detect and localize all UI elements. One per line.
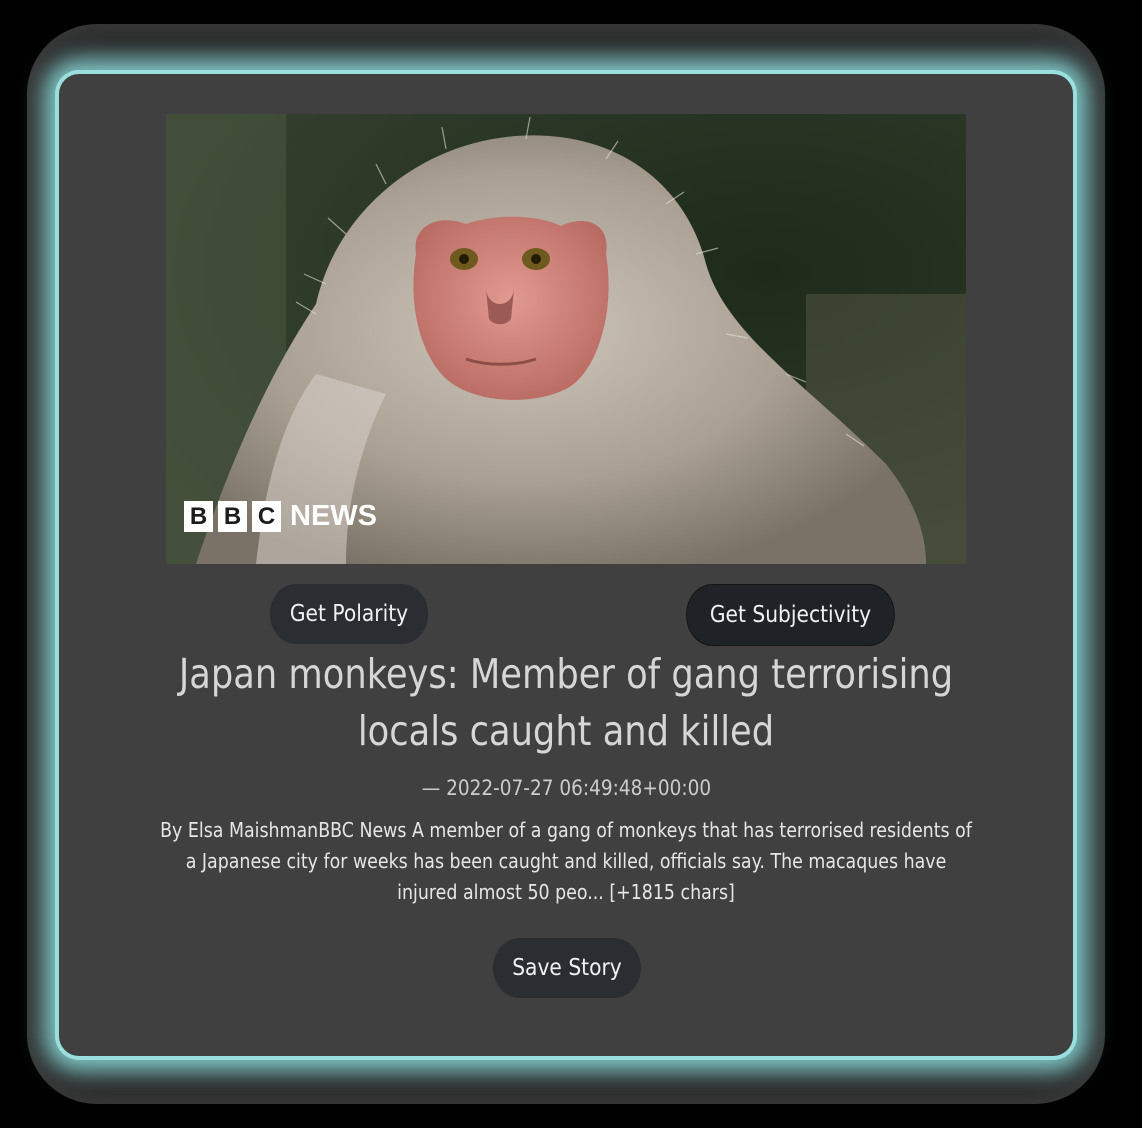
get-subjectivity-button[interactable]: Get Subjectivity <box>686 584 895 646</box>
article-timestamp: — 2022-07-27 06:49:48+00:00 <box>59 774 1073 802</box>
news-card: B B C NEWS Get Polarity Get Subjectivity… <box>59 74 1073 1056</box>
save-story-button[interactable]: Save Story <box>493 938 641 998</box>
logo-word: NEWS <box>290 500 377 532</box>
headline-text: Japan monkeys: Member of gang terrorisin… <box>178 650 954 755</box>
timestamp-text: — 2022-07-27 06:49:48+00:00 <box>421 776 711 800</box>
get-polarity-button[interactable]: Get Polarity <box>269 584 429 644</box>
article-description: By Elsa MaishmanBBC News A member of a g… <box>99 815 1033 908</box>
logo-letter: B <box>184 501 213 532</box>
article-image: B B C NEWS <box>166 114 966 564</box>
logo-letter: B <box>218 501 247 532</box>
logo-letter: C <box>252 501 281 532</box>
description-text: By Elsa MaishmanBBC News A member of a g… <box>160 818 972 904</box>
macaque-photo <box>166 114 966 564</box>
article-headline: Japan monkeys: Member of gang terrorisin… <box>89 646 1043 760</box>
bbc-news-logo: B B C NEWS <box>184 500 377 533</box>
